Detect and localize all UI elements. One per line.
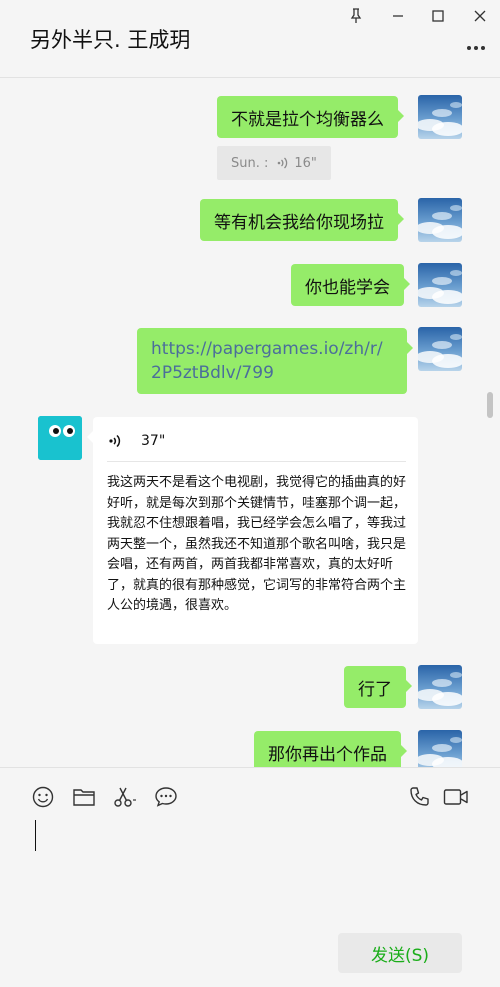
title-bar: 另外半只. 王成玥 (0, 0, 500, 78)
message-input[interactable] (30, 816, 470, 916)
maximize-icon[interactable] (426, 4, 450, 28)
emoji-icon[interactable] (30, 784, 56, 810)
avatar[interactable] (418, 198, 462, 242)
message-bubble[interactable]: 等有机会我给你现场拉 (200, 199, 404, 241)
close-icon[interactable] (468, 4, 492, 28)
message-bubble[interactable]: 不就是拉个均衡器么 (217, 96, 404, 138)
avatar[interactable] (38, 416, 82, 460)
avatar[interactable] (418, 95, 462, 139)
scissors-icon[interactable] (111, 784, 141, 810)
voice-transcript-bubble[interactable]: 37" 我这两天不是看这个电视剧，我觉得它的插曲真的好好听，就是每次到那个关键情… (87, 417, 418, 644)
send-button[interactable]: 发送(S) (338, 933, 462, 973)
pin-icon[interactable] (344, 4, 368, 28)
voice-duration: 37" (141, 433, 166, 449)
message-list[interactable]: 不就是拉个均衡器么 Sun. : 16" 等有机会我给你现场拉 你也能学会 ht… (0, 79, 500, 767)
message-bubble[interactable]: 行了 (344, 666, 412, 708)
voice-message-chip[interactable]: Sun. : 16" (217, 146, 331, 180)
phone-icon[interactable] (406, 784, 432, 810)
chat-title: 另外半只. 王成玥 (30, 28, 191, 52)
composer: 发送(S) (0, 767, 500, 987)
voice-duration: 16" (294, 155, 317, 171)
divider (107, 461, 406, 462)
video-call-icon[interactable] (442, 784, 470, 810)
avatar[interactable] (418, 263, 462, 307)
message-bubble[interactable]: 你也能学会 (291, 264, 410, 306)
message-bubble[interactable]: 那你再出个作品 (254, 731, 407, 767)
scrollbar-thumb[interactable] (487, 392, 493, 418)
minimize-icon[interactable] (386, 4, 410, 28)
chat-bubble-icon[interactable] (153, 784, 179, 810)
link-bubble[interactable]: https://papergames.io/zh/r/2P5ztBdlv/799 (137, 328, 413, 394)
avatar[interactable] (418, 327, 462, 371)
voice-message[interactable]: 37" (107, 429, 165, 453)
voice-transcript-text: 我这两天不是看这个电视剧，我觉得它的插曲真的好好听，就是每次到那个关键情节，哇塞… (107, 475, 407, 613)
folder-icon[interactable] (71, 784, 97, 810)
avatar[interactable] (418, 730, 462, 767)
avatar[interactable] (418, 665, 462, 709)
more-icon[interactable] (464, 38, 488, 58)
voice-sender-label: Sun. : (231, 155, 269, 171)
voice-wave-icon (276, 156, 290, 170)
voice-wave-icon (107, 433, 123, 449)
